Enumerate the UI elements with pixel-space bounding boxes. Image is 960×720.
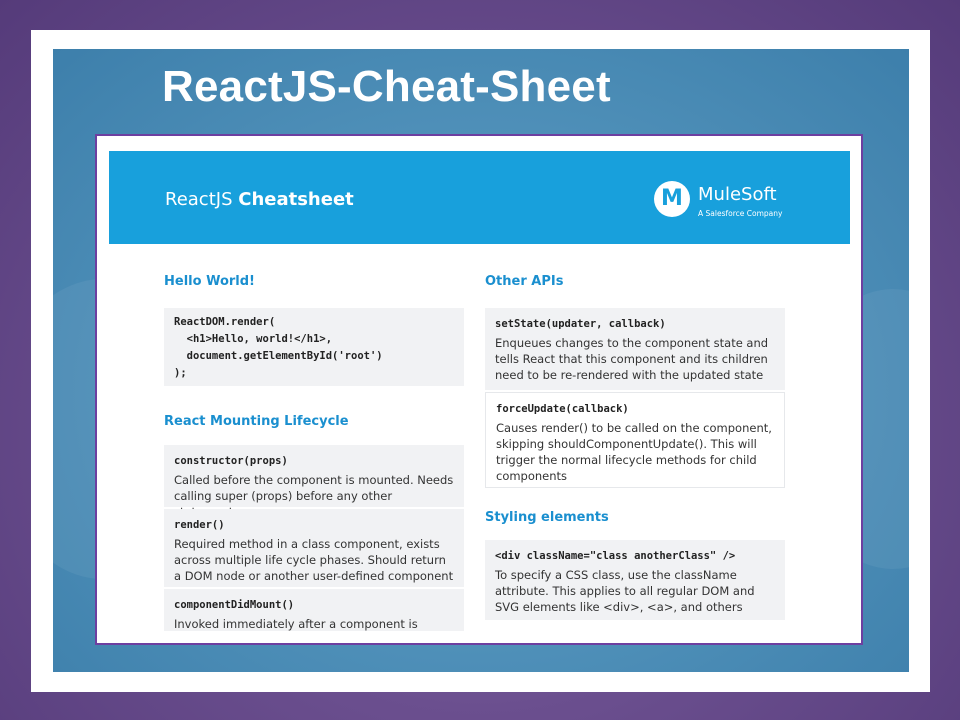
api-item: forceUpdate(callback) Causes render() to… bbox=[485, 392, 785, 488]
method-description: Enqueues changes to the component state … bbox=[495, 336, 769, 382]
section-title-mounting-lifecycle: React Mounting Lifecycle bbox=[164, 414, 349, 429]
lifecycle-item: constructor(props) Called before the com… bbox=[164, 445, 464, 519]
method-signature: render() bbox=[174, 519, 225, 531]
styling-item: <div className="class anotherClass" /> T… bbox=[485, 540, 785, 620]
method-description: Required method in a class component, ex… bbox=[174, 537, 454, 583]
hello-world-code-card: ReactDOM.render( <h1>Hello, world!</h1>,… bbox=[164, 308, 464, 386]
method-signature: constructor(props) bbox=[174, 455, 288, 467]
lifecycle-item: render() Required method in a class comp… bbox=[164, 509, 464, 587]
cheatsheet-title: ReactJS Cheatsheet bbox=[165, 189, 354, 210]
code-line: ); bbox=[174, 367, 187, 379]
section-title-hello-world: Hello World! bbox=[164, 274, 255, 289]
code-line: document.getElementById('root') bbox=[174, 350, 383, 362]
cheatsheet-title-bold: Cheatsheet bbox=[238, 189, 354, 210]
mulesoft-logo: M MuleSoft A Salesforce Company bbox=[654, 179, 794, 224]
method-description: Invoked immediately after a component is… bbox=[174, 617, 418, 631]
logo-tagline: A Salesforce Company bbox=[698, 209, 783, 218]
cheatsheet-image: ReactJS Cheatsheet M MuleSoft A Salesfor… bbox=[109, 151, 850, 631]
cheatsheet-header: ReactJS Cheatsheet M MuleSoft A Salesfor… bbox=[109, 151, 850, 244]
method-signature: forceUpdate(callback) bbox=[496, 403, 629, 415]
styling-description: To specify a CSS class, use the classNam… bbox=[495, 568, 755, 614]
method-signature: componentDidMount() bbox=[174, 599, 295, 611]
code-line: ReactDOM.render( bbox=[174, 316, 276, 328]
slide-title: ReactJS-Cheat-Sheet bbox=[162, 62, 611, 111]
method-signature: setState(updater, callback) bbox=[495, 318, 666, 330]
api-item: setState(updater, callback) Enqueues cha… bbox=[485, 308, 785, 390]
code-line: <h1>Hello, world!</h1>, bbox=[174, 333, 333, 345]
section-title-other-apis: Other APIs bbox=[485, 274, 564, 289]
method-description: Causes render() to be called on the comp… bbox=[496, 421, 772, 483]
cheatsheet-body: Hello World! ReactDOM.render( <h1>Hello,… bbox=[109, 244, 850, 631]
code-snippet: <div className="class anotherClass" /> bbox=[495, 550, 736, 562]
mulesoft-logo-icon: M bbox=[654, 181, 690, 217]
cheatsheet-title-light: ReactJS bbox=[165, 189, 233, 210]
section-title-styling: Styling elements bbox=[485, 510, 609, 525]
lifecycle-item: componentDidMount() Invoked immediately … bbox=[164, 589, 464, 631]
logo-name: MuleSoft bbox=[698, 184, 777, 205]
